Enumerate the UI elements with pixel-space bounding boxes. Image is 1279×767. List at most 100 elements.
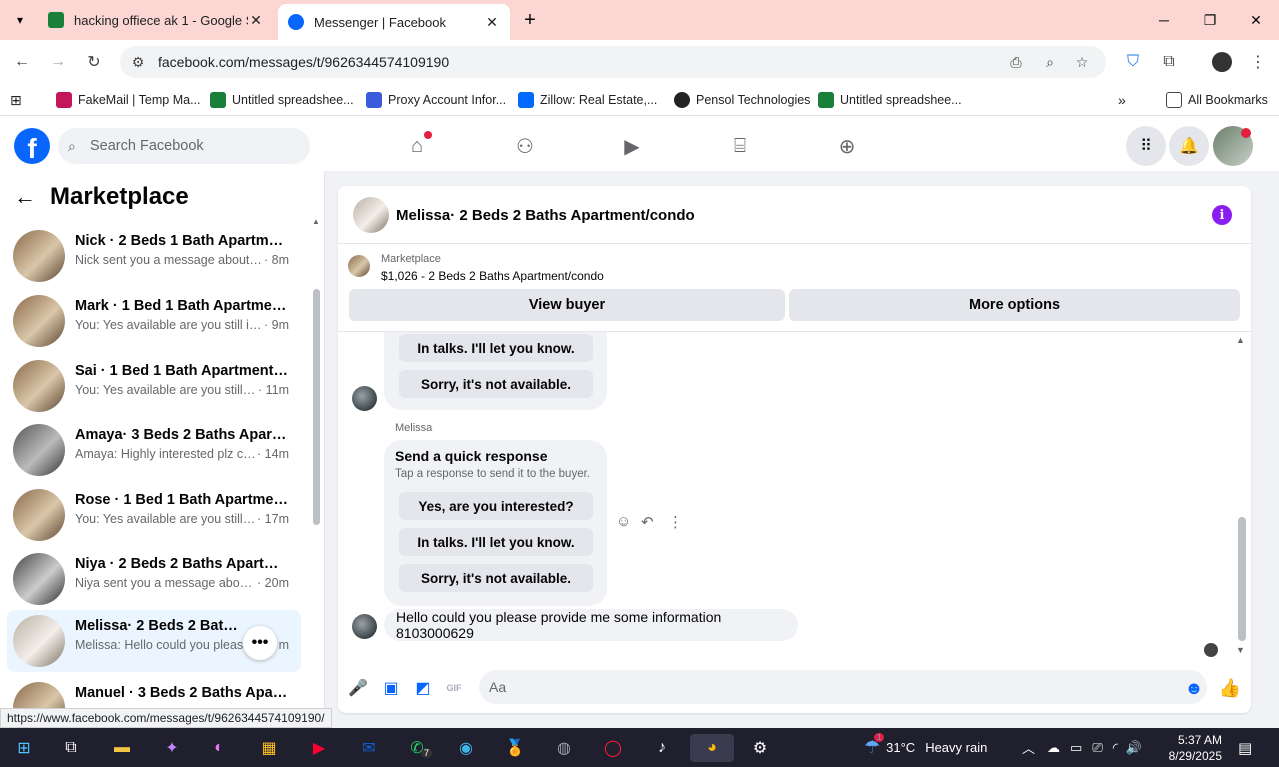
medal-app-icon[interactable]: 🏅 bbox=[501, 734, 529, 762]
apps-grid-icon[interactable]: ⊞ bbox=[10, 90, 22, 110]
scroll-up-arrow-icon[interactable]: ▲ bbox=[312, 217, 320, 226]
quick-reply-yes-interested[interactable]: Yes, are you interested? bbox=[399, 492, 593, 520]
photo-gallery-icon[interactable]: ▣ bbox=[381, 678, 401, 698]
microsoft-store-icon[interactable]: ▦ bbox=[255, 734, 283, 762]
vpn-shield-icon[interactable]: ⛉ bbox=[1121, 50, 1145, 74]
back-arrow-icon[interactable]: ← bbox=[14, 184, 36, 210]
scroll-up-arrow-icon[interactable]: ▲ bbox=[1236, 335, 1245, 345]
quick-reply-not-available[interactable]: Sorry, it's not available. bbox=[399, 564, 593, 592]
emoji-smile-icon[interactable]: ☻ bbox=[1184, 678, 1204, 698]
quick-reply-in-talks[interactable]: In talks. I'll let you know. bbox=[399, 528, 593, 556]
new-tab-plus-icon[interactable]: + bbox=[518, 8, 542, 32]
quick-reply-in-talks[interactable]: In talks. I'll let you know. bbox=[399, 334, 593, 362]
gaming-icon[interactable]: ⊕ bbox=[834, 133, 860, 159]
copilot-icon[interactable]: ✦ bbox=[158, 734, 186, 762]
bookmark-pensol[interactable]: Pensol Technologies bbox=[674, 90, 810, 110]
home-icon[interactable]: ⌂ bbox=[404, 131, 432, 159]
video-icon[interactable]: ▶ bbox=[619, 133, 645, 159]
account-avatar[interactable] bbox=[1213, 126, 1253, 166]
minimize-icon[interactable]: ─ bbox=[1141, 0, 1187, 40]
site-settings-icon[interactable]: ⚙ bbox=[128, 52, 148, 72]
conversation-amaya[interactable]: Amaya· 3 Beds 2 Baths Apartme... Amaya: … bbox=[7, 419, 301, 481]
restore-icon[interactable]: ❐ bbox=[1187, 0, 1233, 40]
more-bookmarks-chevron-icon[interactable]: » bbox=[1118, 90, 1126, 110]
all-bookmarks[interactable]: All Bookmarks bbox=[1166, 90, 1268, 110]
react-emoji-icon[interactable]: ☺ bbox=[616, 513, 631, 530]
chrome-icon[interactable]: ◕ bbox=[690, 734, 734, 762]
edge-icon[interactable]: ◉ bbox=[452, 734, 480, 762]
more-options-button[interactable]: More options bbox=[789, 289, 1240, 321]
thumbs-up-icon[interactable]: 👍 bbox=[1219, 678, 1241, 698]
search-facebook-input[interactable]: ⌕ Search Facebook bbox=[58, 128, 310, 164]
close-window-icon[interactable]: ✕ bbox=[1233, 0, 1279, 40]
chrome-menu-icon[interactable]: ⋮ bbox=[1246, 50, 1270, 74]
conversation-sai[interactable]: Sai · 1 Bed 1 Bath Apartment/co... You: … bbox=[7, 355, 301, 417]
wifi-icon[interactable]: ◜ bbox=[1113, 740, 1118, 756]
listing-price-title[interactable]: $1,026 - 2 Beds 2 Baths Apartment/condo bbox=[381, 269, 604, 283]
gif-icon[interactable]: GIF bbox=[444, 678, 464, 698]
tab-close-icon[interactable]: ✕ bbox=[248, 12, 264, 29]
battery-icon[interactable]: ▭ bbox=[1070, 740, 1082, 756]
quick-reply-not-available[interactable]: Sorry, it's not available. bbox=[399, 370, 593, 398]
conversation-more-button[interactable]: ••• bbox=[243, 626, 277, 660]
forward-arrow-icon[interactable]: → bbox=[46, 50, 70, 74]
tab-close-icon[interactable]: ✕ bbox=[484, 14, 500, 31]
menu-grid-icon[interactable]: ⠿ bbox=[1126, 126, 1166, 166]
bookmark-spreadsheet-2[interactable]: Untitled spreadshee... bbox=[818, 90, 962, 110]
chat-scrollbar[interactable] bbox=[1238, 517, 1246, 641]
zoom-icon[interactable]: ⌕ bbox=[1040, 52, 1060, 72]
bookmark-fakemail[interactable]: FakeMail | Temp Ma... bbox=[56, 90, 201, 110]
bookmark-zillow[interactable]: Zillow: Real Estate,... bbox=[518, 90, 657, 110]
conversation-rose[interactable]: Rose · 1 Bed 1 Bath Apartment/c... You: … bbox=[7, 484, 301, 546]
tab-search-icon[interactable]: ▾ bbox=[8, 8, 32, 32]
settings-gear-icon[interactable]: ⚙ bbox=[746, 734, 774, 762]
clock[interactable]: 5:37 AM 8/29/2025 bbox=[1166, 728, 1222, 767]
back-arrow-icon[interactable]: ← bbox=[10, 50, 34, 74]
reply-arrow-icon[interactable]: ↶ bbox=[641, 513, 654, 531]
youtube-icon[interactable]: ▶ bbox=[305, 734, 333, 762]
outlook-icon[interactable]: ✉ bbox=[355, 734, 383, 762]
scroll-down-arrow-icon[interactable]: ▼ bbox=[1236, 645, 1245, 655]
bookmark-star-icon[interactable]: ☆ bbox=[1072, 52, 1092, 72]
url-omnibox[interactable]: ⚙ facebook.com/messages/t/96263445741091… bbox=[120, 46, 1106, 78]
windows-start-icon[interactable]: ⊞ bbox=[10, 734, 38, 762]
tiktok-icon[interactable]: ♪ bbox=[648, 734, 676, 762]
facebook-logo-icon[interactable]: f bbox=[14, 128, 50, 164]
notifications-bell-icon[interactable]: 🔔 bbox=[1169, 126, 1209, 166]
chat-avatar[interactable] bbox=[353, 197, 389, 233]
weather-widget[interactable]: ☂ 1 31°C Heavy rain bbox=[864, 728, 987, 767]
onedrive-cloud-icon[interactable]: ☁ bbox=[1047, 740, 1060, 756]
reload-icon[interactable]: ↻ bbox=[82, 50, 106, 74]
bookmark-spreadsheet-1[interactable]: Untitled spreadshee... bbox=[210, 90, 354, 110]
sticker-icon[interactable]: ◩ bbox=[413, 678, 433, 698]
message-more-icon[interactable]: ⋮ bbox=[668, 513, 683, 531]
message-input[interactable]: Aa bbox=[479, 670, 1207, 704]
task-view-icon[interactable]: ⧉ bbox=[57, 734, 85, 762]
microphone-icon[interactable]: 🎤 bbox=[348, 678, 368, 698]
info-icon[interactable]: i bbox=[1212, 205, 1232, 225]
conversation-nick[interactable]: Nick · 2 Beds 1 Bath Apartment/... Nick … bbox=[7, 225, 301, 287]
volume-icon[interactable]: 🔊 bbox=[1126, 740, 1142, 756]
tab-messenger[interactable]: Messenger | Facebook ✕ bbox=[278, 4, 510, 40]
file-explorer-icon[interactable]: ▬ bbox=[108, 734, 136, 762]
marketplace-store-icon[interactable]: ⌸ bbox=[727, 133, 753, 159]
chat-title[interactable]: Melissa· 2 Beds 2 Baths Apartment/condo bbox=[396, 207, 695, 224]
conversation-melissa[interactable]: Melissa· 2 Beds 2 Baths Apar Melissa: He… bbox=[7, 610, 301, 672]
friends-icon[interactable]: ⚇ bbox=[512, 133, 538, 159]
notifications-center-icon[interactable]: ▤ bbox=[1238, 728, 1252, 767]
app-icon-dark[interactable]: ◍ bbox=[550, 734, 578, 762]
whatsapp-icon[interactable]: ✆ 7 bbox=[403, 734, 433, 762]
opera-icon[interactable]: ◯ bbox=[599, 734, 627, 762]
conversation-niya[interactable]: Niya · 2 Beds 2 Baths Apartmen... Niya s… bbox=[7, 548, 301, 610]
bookmark-proxy-account[interactable]: Proxy Account Infor... bbox=[366, 90, 506, 110]
show-hidden-icons-chevron-icon[interactable]: ︿ bbox=[1022, 738, 1035, 757]
device-icon[interactable]: ⎚ bbox=[1092, 740, 1102, 756]
profile-avatar[interactable] bbox=[1210, 50, 1234, 74]
extensions-puzzle-icon[interactable]: ⧉ bbox=[1157, 50, 1181, 74]
install-app-icon[interactable]: ⎙ bbox=[1006, 52, 1026, 72]
app-icon[interactable]: ◐ bbox=[205, 734, 233, 762]
tab-google-sheets[interactable]: hacking offiece ak 1 - Google Sheets ✕ bbox=[38, 4, 274, 36]
sidebar-scrollbar[interactable] bbox=[313, 289, 320, 525]
conversation-mark[interactable]: Mark · 1 Bed 1 Bath Apartment/... You: Y… bbox=[7, 290, 301, 352]
view-buyer-button[interactable]: View buyer bbox=[349, 289, 785, 321]
